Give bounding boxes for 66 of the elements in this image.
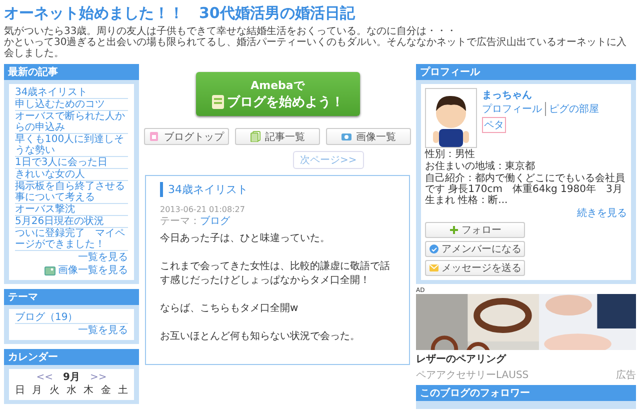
camera-icon [341,131,352,142]
profile-detail: 性別：男性 [425,149,476,160]
nav-button[interactable]: ブログトップ [144,128,229,145]
weekday-label: 木 [84,385,94,397]
ad-label: 広告 [616,368,636,382]
profile-detail: お住まいの地域：東京都 [425,161,536,172]
article-link[interactable]: きれいな女の人 [15,169,128,181]
member-button[interactable]: アメンバーになる [425,241,525,257]
article-link[interactable]: 34歳ネイリスト [15,87,128,99]
blog-description: かといって30過ぎると出会いの場も限られてるし、婚活パーティーいくのもダルい。そんななかネットで広告沢山出ているオーネットに入会しました。 [4,37,628,59]
weekday-label: 土 [118,385,128,397]
article-paragraph: ならば、こちらもタメ口全開w [160,302,300,316]
weekday-label: 火 [49,385,60,397]
ad-title[interactable]: レザーのペアリング [416,352,636,366]
article-link[interactable]: 早くも100人に到達しそうな勢い [15,134,128,157]
article-link[interactable]: オーバス撃沈 [15,204,128,216]
article-link[interactable]: オーバスで断られた人からの申込み [15,111,128,134]
image-list-link[interactable]: 画像一覧を見る [44,265,128,277]
read-more-link[interactable]: 続きを見る [577,206,627,220]
theme-label: テーマ： [160,216,200,227]
follow-button[interactable]: フォロー [425,222,525,238]
profile-name[interactable]: まっちゃん [482,88,532,102]
weekday-label: 水 [66,385,76,397]
weekday-label: 日 [15,385,25,397]
article-link[interactable]: 5月26日現在の状況 [15,216,128,228]
notepad-icon [211,94,225,110]
month-label: 9月 [63,372,80,384]
next-page-button[interactable]: 次ページ>> [293,151,364,169]
weekday-label: 金 [100,385,111,397]
nav-button[interactable]: 記事一覧 [235,128,320,145]
article-link[interactable]: ついに登録完了 マイページができました！ [15,228,128,251]
view-all-link[interactable]: 一覧を見る [78,325,128,337]
article-link[interactable]: 1日で3人に会った日 [15,157,128,169]
envelope-icon [428,263,438,273]
peta-link[interactable]: ペタ [482,117,506,133]
blog-title[interactable]: オーネット始めました！！ 30代婚活男の婚活日記 [4,4,636,23]
panel-heading: このブログのフォロワー [416,385,636,401]
blog-description: 気がついたら33歳。周りの友人は子供もできて幸せな結婚生活をおくっている。なのに自分は・・・ [4,26,458,37]
start-blog-banner[interactable]: Amebaで ブログを始めよう！ [196,72,360,116]
article-paragraph: これまで会ってきた女性は、比較的謙虚に敬語で話す感じだったけどしょっぱなからタメ口全開！ [160,260,391,288]
next-month-link[interactable]: >> [90,372,107,384]
panel-heading: 最新の記事 [4,64,139,80]
article-link[interactable]: 掲示板を自ら終了させる事について考える [15,181,128,204]
message-button[interactable]: メッセージを送る [425,260,525,276]
panel-heading: カレンダー [4,349,139,365]
plus-icon [448,225,458,235]
nav-button[interactable]: 画像一覧 [326,128,411,145]
previous-month-link[interactable]: << [36,372,54,384]
badge-icon [428,244,438,254]
article-link[interactable]: 申し込むためのコツ [15,99,128,111]
article-title[interactable]: 34歳ネイリスト [160,182,395,197]
weekday-label: 月 [32,385,42,397]
profile-link[interactable]: プロフィール [482,102,542,116]
theme-link[interactable]: ブログ（19） [15,312,128,324]
article-date: 2013-06-21 01:08:27 [160,205,246,214]
article-paragraph: お互いほとんど何も知らない状況で会った。 [160,330,361,344]
panel-heading: テーマ [4,289,139,305]
profile-link[interactable]: ピグの部屋 [545,102,599,116]
image-icon [44,265,56,277]
theme-link[interactable]: ブログ [200,216,230,227]
panel-heading: プロフィール [416,64,636,80]
advertiser-name: ペアアクセサリーLAUSS [416,369,529,382]
article-paragraph: 今日あった子は、ひと味違っていた。 [160,232,331,246]
profile-detail: 自己紹介：都内で働くどこにでもいる会社員です 身長170cm 体重64kg 1980年 3月生まれ 性格：断... [425,173,626,206]
view-all-link[interactable]: 一覧を見る [78,252,128,264]
document-icon [250,131,261,142]
